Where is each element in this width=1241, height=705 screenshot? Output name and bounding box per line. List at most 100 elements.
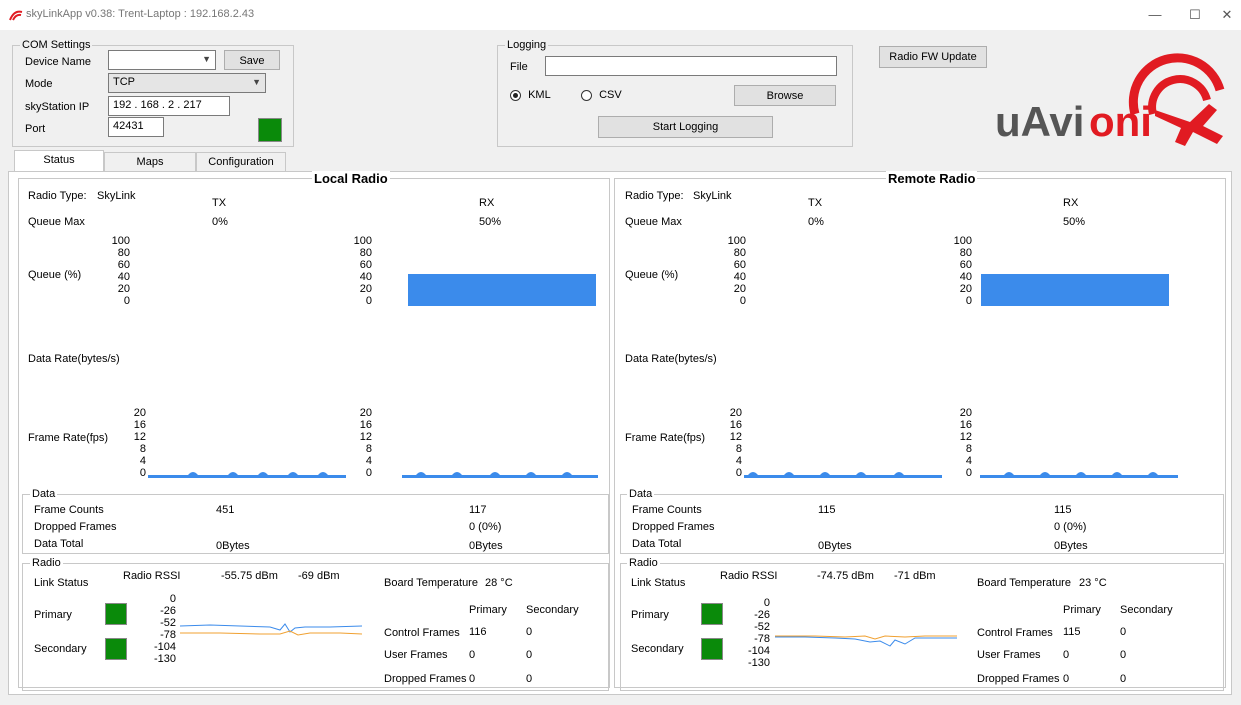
log-file-input[interactable]: [545, 56, 837, 76]
remote-user-frames-label: User Frames: [977, 649, 1041, 661]
local-rx-queue-max: 50%: [479, 216, 502, 228]
local-tx-queue-max: 0%: [212, 216, 228, 228]
csv-radio[interactable]: CSV: [581, 89, 622, 101]
remote-data-label: Data: [627, 488, 655, 500]
axis-tick: 100: [727, 235, 746, 247]
axis-tick: -52: [160, 617, 176, 629]
axis-tick: 16: [359, 419, 372, 431]
axis-tick: 100: [953, 235, 972, 247]
mode-select[interactable]: TCP ▼: [108, 73, 266, 93]
remote-dropped-frames2-label: Dropped Frames: [977, 673, 1060, 685]
axis-tick: -26: [754, 609, 770, 621]
remote-radio-type-value: SkyLink: [693, 190, 732, 202]
local-dropped-secondary: 0: [526, 673, 533, 685]
axis-tick: 20: [959, 407, 972, 419]
axis-tick: 0: [763, 597, 770, 609]
port-input[interactable]: 42431: [108, 117, 164, 137]
remote-frame-rate-label: Frame Rate(fps): [625, 432, 706, 444]
local-user-primary: 0: [469, 649, 476, 661]
remote-user-secondary: 0: [1120, 649, 1127, 661]
remote-data-total-label: Data Total: [632, 538, 682, 550]
axis-tick: 8: [365, 443, 372, 455]
remote-link-status-label: Link Status: [631, 577, 686, 589]
remote-rx-data-total: 0Bytes: [1054, 540, 1088, 552]
axis-tick: 4: [965, 455, 972, 467]
axis-tick: 40: [959, 271, 972, 283]
start-logging-button[interactable]: Start Logging: [598, 116, 773, 138]
axis-tick: 8: [735, 443, 742, 455]
remote-rssi-value-2: -71 dBm: [894, 570, 936, 582]
axis-tick: -130: [153, 653, 176, 665]
remote-rx-dropped: 0 (0%): [1054, 521, 1087, 533]
axis-tick: 40: [733, 271, 746, 283]
axis-tick: 60: [733, 259, 746, 271]
local-control-frames-label: Control Frames: [384, 627, 460, 639]
port-label: Port: [25, 123, 46, 135]
axis-tick: 20: [117, 283, 130, 295]
skystation-ip-input[interactable]: 192 . 168 . 2 . 217: [108, 96, 230, 116]
axis-tick: 8: [965, 443, 972, 455]
axis-tick: 40: [117, 271, 130, 283]
remote-control-frames-label: Control Frames: [977, 627, 1053, 639]
axis-tick: 16: [133, 419, 146, 431]
remote-user-primary: 0: [1063, 649, 1070, 661]
remote-rx-frame-rate-plot: [980, 472, 1178, 478]
local-data-rate-label: Data Rate(bytes/s): [28, 353, 120, 365]
remote-primary-label: Primary: [631, 609, 669, 621]
kml-radio[interactable]: KML: [510, 89, 551, 101]
remote-col-secondary: Secondary: [1120, 604, 1173, 616]
file-label: File: [510, 61, 528, 73]
axis-tick: 4: [139, 455, 146, 467]
local-primary-status-indicator: [105, 603, 127, 625]
app-icon: [9, 10, 23, 21]
local-queue-max-label: Queue Max: [28, 216, 85, 228]
uavionix-logo: uAvi oni: [985, 52, 1235, 148]
remote-secondary-label: Secondary: [631, 643, 684, 655]
local-radio-type-value: SkyLink: [97, 190, 136, 202]
maximize-button[interactable]: ☐: [1180, 5, 1210, 25]
browse-button[interactable]: Browse: [734, 85, 836, 106]
device-name-select[interactable]: ▼: [108, 50, 216, 70]
axis-tick: 60: [359, 259, 372, 271]
axis-tick: 80: [959, 247, 972, 259]
axis-tick: 12: [959, 431, 972, 443]
remote-secondary-status-indicator: [701, 638, 723, 660]
local-rx-data-total: 0Bytes: [469, 540, 503, 552]
tab-configuration[interactable]: Configuration: [196, 152, 286, 172]
local-tx-label: TX: [212, 197, 227, 209]
remote-radio-group-label: Radio: [627, 557, 660, 569]
remote-radio-group: [620, 563, 1224, 691]
local-data-total-label: Data Total: [34, 538, 84, 550]
local-rx-frame-rate-plot: [402, 472, 598, 478]
local-rssi-value-2: -69 dBm: [298, 570, 340, 582]
remote-tx-data-total: 0Bytes: [818, 540, 852, 552]
remote-rssi-plot: [775, 635, 957, 647]
local-board-temp-value: 28 °C: [485, 577, 513, 589]
axis-tick: 20: [133, 407, 146, 419]
axis-tick: 40: [359, 271, 372, 283]
local-queue-label: Queue (%): [28, 269, 82, 281]
close-button[interactable]: ✕: [1212, 5, 1241, 25]
radio-fw-update-button[interactable]: Radio FW Update: [879, 46, 987, 68]
remote-radio-type-label: Radio Type:: [625, 190, 684, 202]
tab-maps[interactable]: Maps: [104, 152, 196, 172]
tab-status[interactable]: Status: [14, 150, 104, 172]
save-button[interactable]: Save: [224, 50, 280, 70]
minimize-button[interactable]: —: [1140, 5, 1170, 25]
axis-tick: 20: [729, 407, 742, 419]
local-frame-counts-label: Frame Counts: [34, 504, 104, 516]
local-dropped-frames2-label: Dropped Frames: [384, 673, 467, 685]
remote-tx-frame-axis: 20 16 12 8 4 0: [712, 407, 742, 479]
remote-primary-status-indicator: [701, 603, 723, 625]
axis-tick: 12: [133, 431, 146, 443]
device-name-label: Device Name: [25, 56, 92, 68]
local-rx-queue-axis: 100 80 60 40 20 0: [342, 235, 372, 307]
local-tx-queue-axis: 100 80 60 40 20 0: [100, 235, 130, 307]
axis-tick: 20: [959, 283, 972, 295]
remote-dropped-secondary: 0: [1120, 673, 1127, 685]
svg-text:uAvi: uAvi: [995, 98, 1084, 145]
logging-label: Logging: [505, 39, 549, 51]
axis-tick: 0: [965, 467, 972, 479]
remote-rx-frame-axis: 20 16 12 8 4 0: [942, 407, 972, 479]
axis-tick: 0: [123, 295, 130, 307]
